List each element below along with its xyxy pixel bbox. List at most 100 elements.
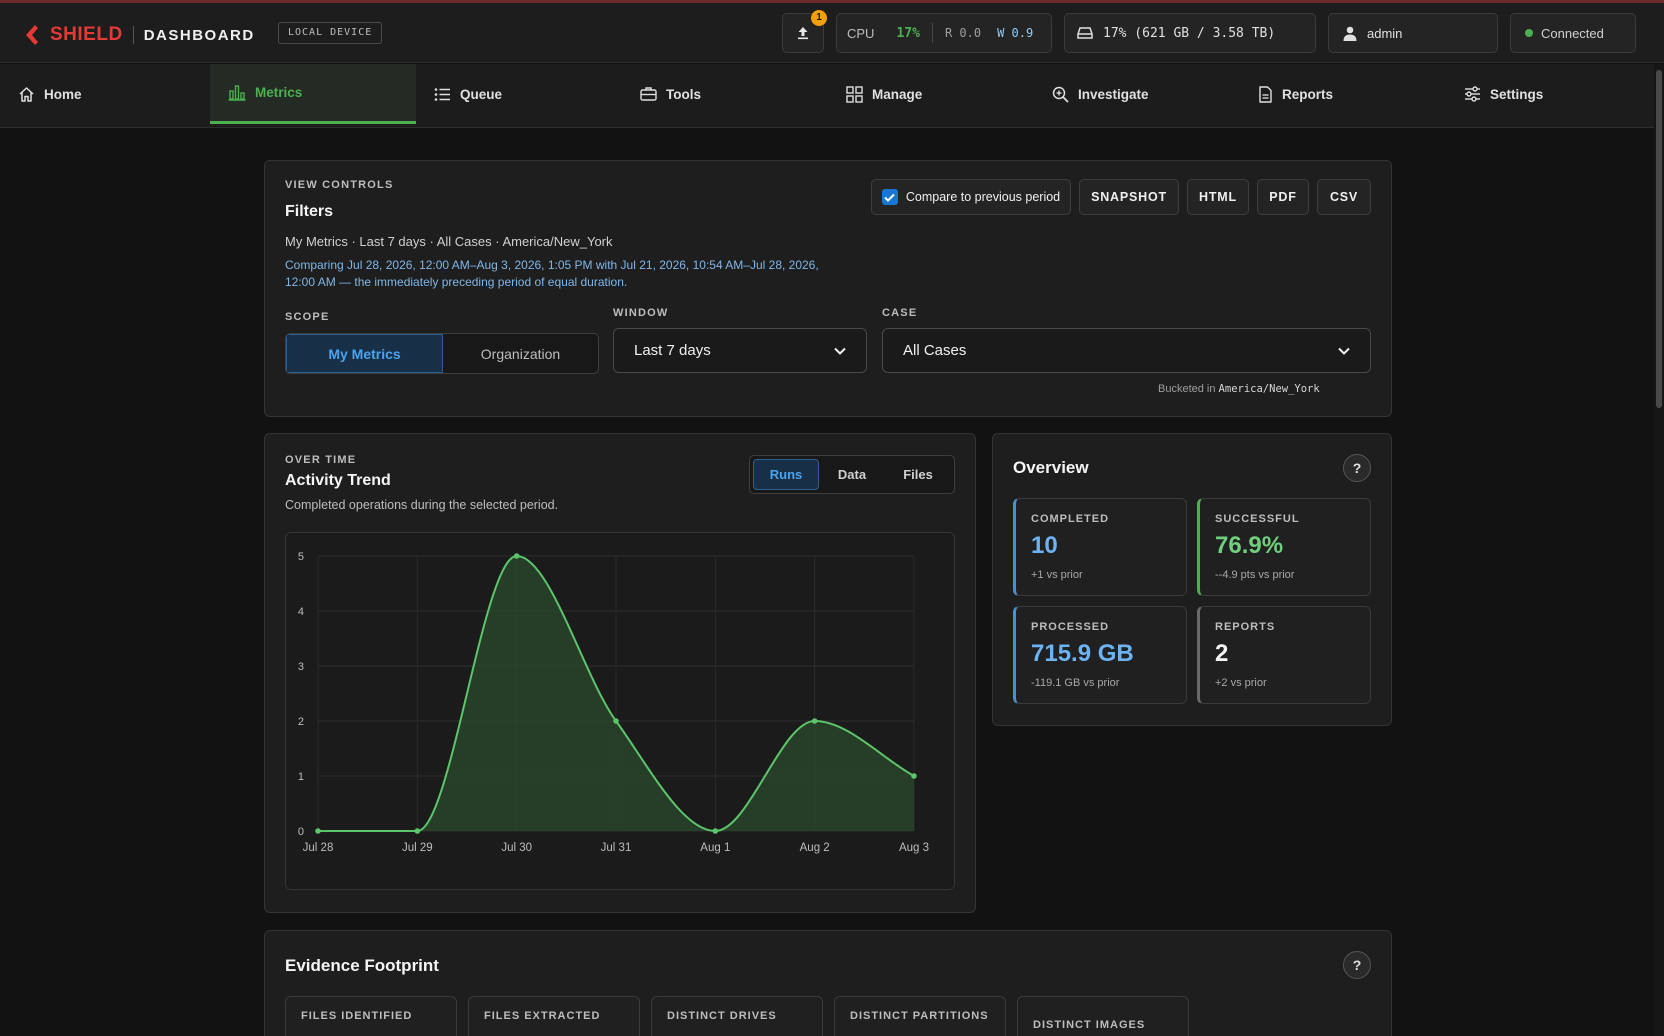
stat-label: REPORTS <box>1215 621 1276 633</box>
activity-title: Activity Trend <box>285 472 391 489</box>
bucket-prefix: Bucketed in <box>1158 383 1216 395</box>
nav-tools[interactable]: Tools <box>622 64 828 124</box>
nav-label: Home <box>44 86 82 102</box>
shield-logo-icon <box>26 25 38 45</box>
scope-organization[interactable]: Organization <box>443 334 598 373</box>
stat-label: PROCESSED <box>1031 621 1110 633</box>
cpu-monitor[interactable]: CPU 17% R 0.0 W 0.9 <box>836 13 1052 53</box>
stat-value: 2 <box>1215 640 1229 667</box>
list-icon <box>434 87 450 101</box>
window-select[interactable]: Last 7 days <box>613 328 867 373</box>
x-tick-label: Jul 30 <box>501 842 532 854</box>
nav-home[interactable]: Home <box>0 64 206 124</box>
stat-completed: COMPLETED 10 +1 vs prior <box>1013 498 1187 596</box>
nav-queue[interactable]: Queue <box>416 64 622 124</box>
nav-label: Investigate <box>1078 86 1149 102</box>
bucket-timezone: America/New_York <box>1218 383 1320 395</box>
csv-export-button[interactable]: CSV <box>1317 179 1371 215</box>
card-files-identified: FILES IDENTIFIED <box>285 996 457 1036</box>
bucket-note: Bucketed in America/New_York <box>1158 383 1320 395</box>
scope-my-metrics[interactable]: My Metrics <box>286 334 443 373</box>
tab-files[interactable]: Files <box>885 459 951 490</box>
stat-label: SUCCESSFUL <box>1215 513 1300 525</box>
card-distinct-partitions: DISTINCT PARTITIONS <box>834 996 1006 1036</box>
window-value: Last 7 days <box>634 342 711 359</box>
data-point <box>811 718 818 724</box>
evidence-title: Evidence Footprint <box>285 956 439 975</box>
x-tick-label: Aug 1 <box>700 842 730 854</box>
view-controls-overline: VIEW CONTROLS <box>285 179 394 191</box>
case-value: All Cases <box>903 342 967 359</box>
data-point <box>315 828 321 834</box>
y-tick-label: 4 <box>298 606 304 618</box>
nav-settings[interactable]: Settings <box>1446 64 1652 124</box>
scrollbar-thumb[interactable] <box>1656 70 1662 408</box>
upload-count-badge: 1 <box>811 10 827 26</box>
upload-button[interactable]: 1 <box>782 10 827 53</box>
x-tick-label: Jul 29 <box>402 842 433 854</box>
case-select[interactable]: All Cases <box>882 328 1371 373</box>
pdf-export-button[interactable]: PDF <box>1257 179 1309 215</box>
disk-usage[interactable]: 17% (621 GB / 3.58 TB) <box>1064 13 1316 53</box>
tab-data[interactable]: Data <box>819 459 885 490</box>
compare-label: Compare to previous period <box>905 190 1061 204</box>
brand-section: DASHBOARD <box>143 26 255 44</box>
html-export-button[interactable]: HTML <box>1187 179 1249 215</box>
activity-chart-frame: 0 1 2 3 4 5 Jul 28 Jul 29 Jul 30 Jul 31 Aug 1 Aug 2… <box>285 532 955 890</box>
overview-help-button[interactable]: ? <box>1343 454 1371 482</box>
brand-name: SHIELD <box>50 24 123 45</box>
data-point <box>911 773 917 779</box>
data-point <box>513 553 520 559</box>
app-header: SHIELD DASHBOARD LOCAL DEVICE 1 CPU 17% … <box>0 3 1664 63</box>
evidence-panel: Evidence Footprint ? FILES IDENTIFIED FI… <box>264 930 1392 1036</box>
tab-runs[interactable]: Runs <box>753 459 819 490</box>
cpu-divider <box>931 23 933 43</box>
checkmark-icon <box>884 193 896 202</box>
user-menu[interactable]: admin <box>1328 13 1498 53</box>
x-tick-label: Jul 28 <box>303 842 334 854</box>
device-badge: LOCAL DEVICE <box>278 22 383 44</box>
bar-chart-icon <box>228 85 246 101</box>
y-tick-label: 0 <box>298 826 304 838</box>
stat-delta: --4.9 pts vs prior <box>1215 569 1295 581</box>
snapshot-button[interactable]: SNAPSHOT <box>1079 179 1179 215</box>
card-files-extracted: FILES EXTRACTED <box>468 996 640 1036</box>
nav-reports[interactable]: Reports <box>1240 64 1446 124</box>
x-tick-label: Aug 2 <box>800 842 830 854</box>
toolbox-icon <box>640 87 657 101</box>
nav-label: Queue <box>460 86 503 102</box>
compare-checkbox[interactable] <box>881 189 898 205</box>
cpu-write: W 0.9 <box>997 26 1034 40</box>
window-label: WINDOW <box>613 307 669 319</box>
stat-delta: +2 vs prior <box>1215 677 1267 689</box>
brand[interactable]: SHIELD DASHBOARD <box>22 21 255 49</box>
activity-panel: OVER TIME Activity Trend Completed opera… <box>264 433 976 913</box>
activity-overline: OVER TIME <box>285 454 357 466</box>
card-distinct-images: DISTINCT IMAGES <box>1017 996 1189 1036</box>
nav-manage[interactable]: Manage <box>828 64 1034 124</box>
stat-successful: SUCCESSFUL 76.9% --4.9 pts vs prior <box>1197 498 1371 596</box>
sliders-icon <box>1465 86 1480 102</box>
compare-toggle[interactable]: Compare to previous period <box>871 179 1071 215</box>
x-tick-label: Aug 3 <box>899 842 929 854</box>
cpu-read: R 0.0 <box>944 26 982 40</box>
comparison-line: 12:00 AM — the immediately preceding per… <box>285 275 628 289</box>
connection-label: Connected <box>1541 25 1604 41</box>
connection-status[interactable]: Connected <box>1510 13 1636 53</box>
stat-delta: +1 vs prior <box>1031 569 1083 581</box>
disk-usage-text: 17% (621 GB / 3.58 TB) <box>1103 25 1276 41</box>
cpu-label: CPU <box>847 25 875 41</box>
data-point <box>613 718 619 724</box>
y-tick-label: 1 <box>298 771 304 783</box>
chevron-down-icon <box>834 347 846 355</box>
metric-tabs: Runs Data Files <box>749 455 955 494</box>
zoom-icon <box>1052 86 1069 103</box>
comparison-line: Comparing Jul 28, 2026, 12:00 AM–Aug 3, … <box>285 258 819 272</box>
grid-icon <box>846 85 863 103</box>
view-controls-panel: VIEW CONTROLS Filters My Metrics · Last … <box>264 160 1392 417</box>
overview-panel: Overview ? COMPLETED 10 +1 vs prior SUCC… <box>992 433 1392 726</box>
stat-value: 715.9 GB <box>1031 640 1134 667</box>
nav-investigate[interactable]: Investigate <box>1034 64 1240 124</box>
nav-metrics[interactable]: Metrics <box>210 64 416 124</box>
evidence-help-button[interactable]: ? <box>1343 951 1371 979</box>
